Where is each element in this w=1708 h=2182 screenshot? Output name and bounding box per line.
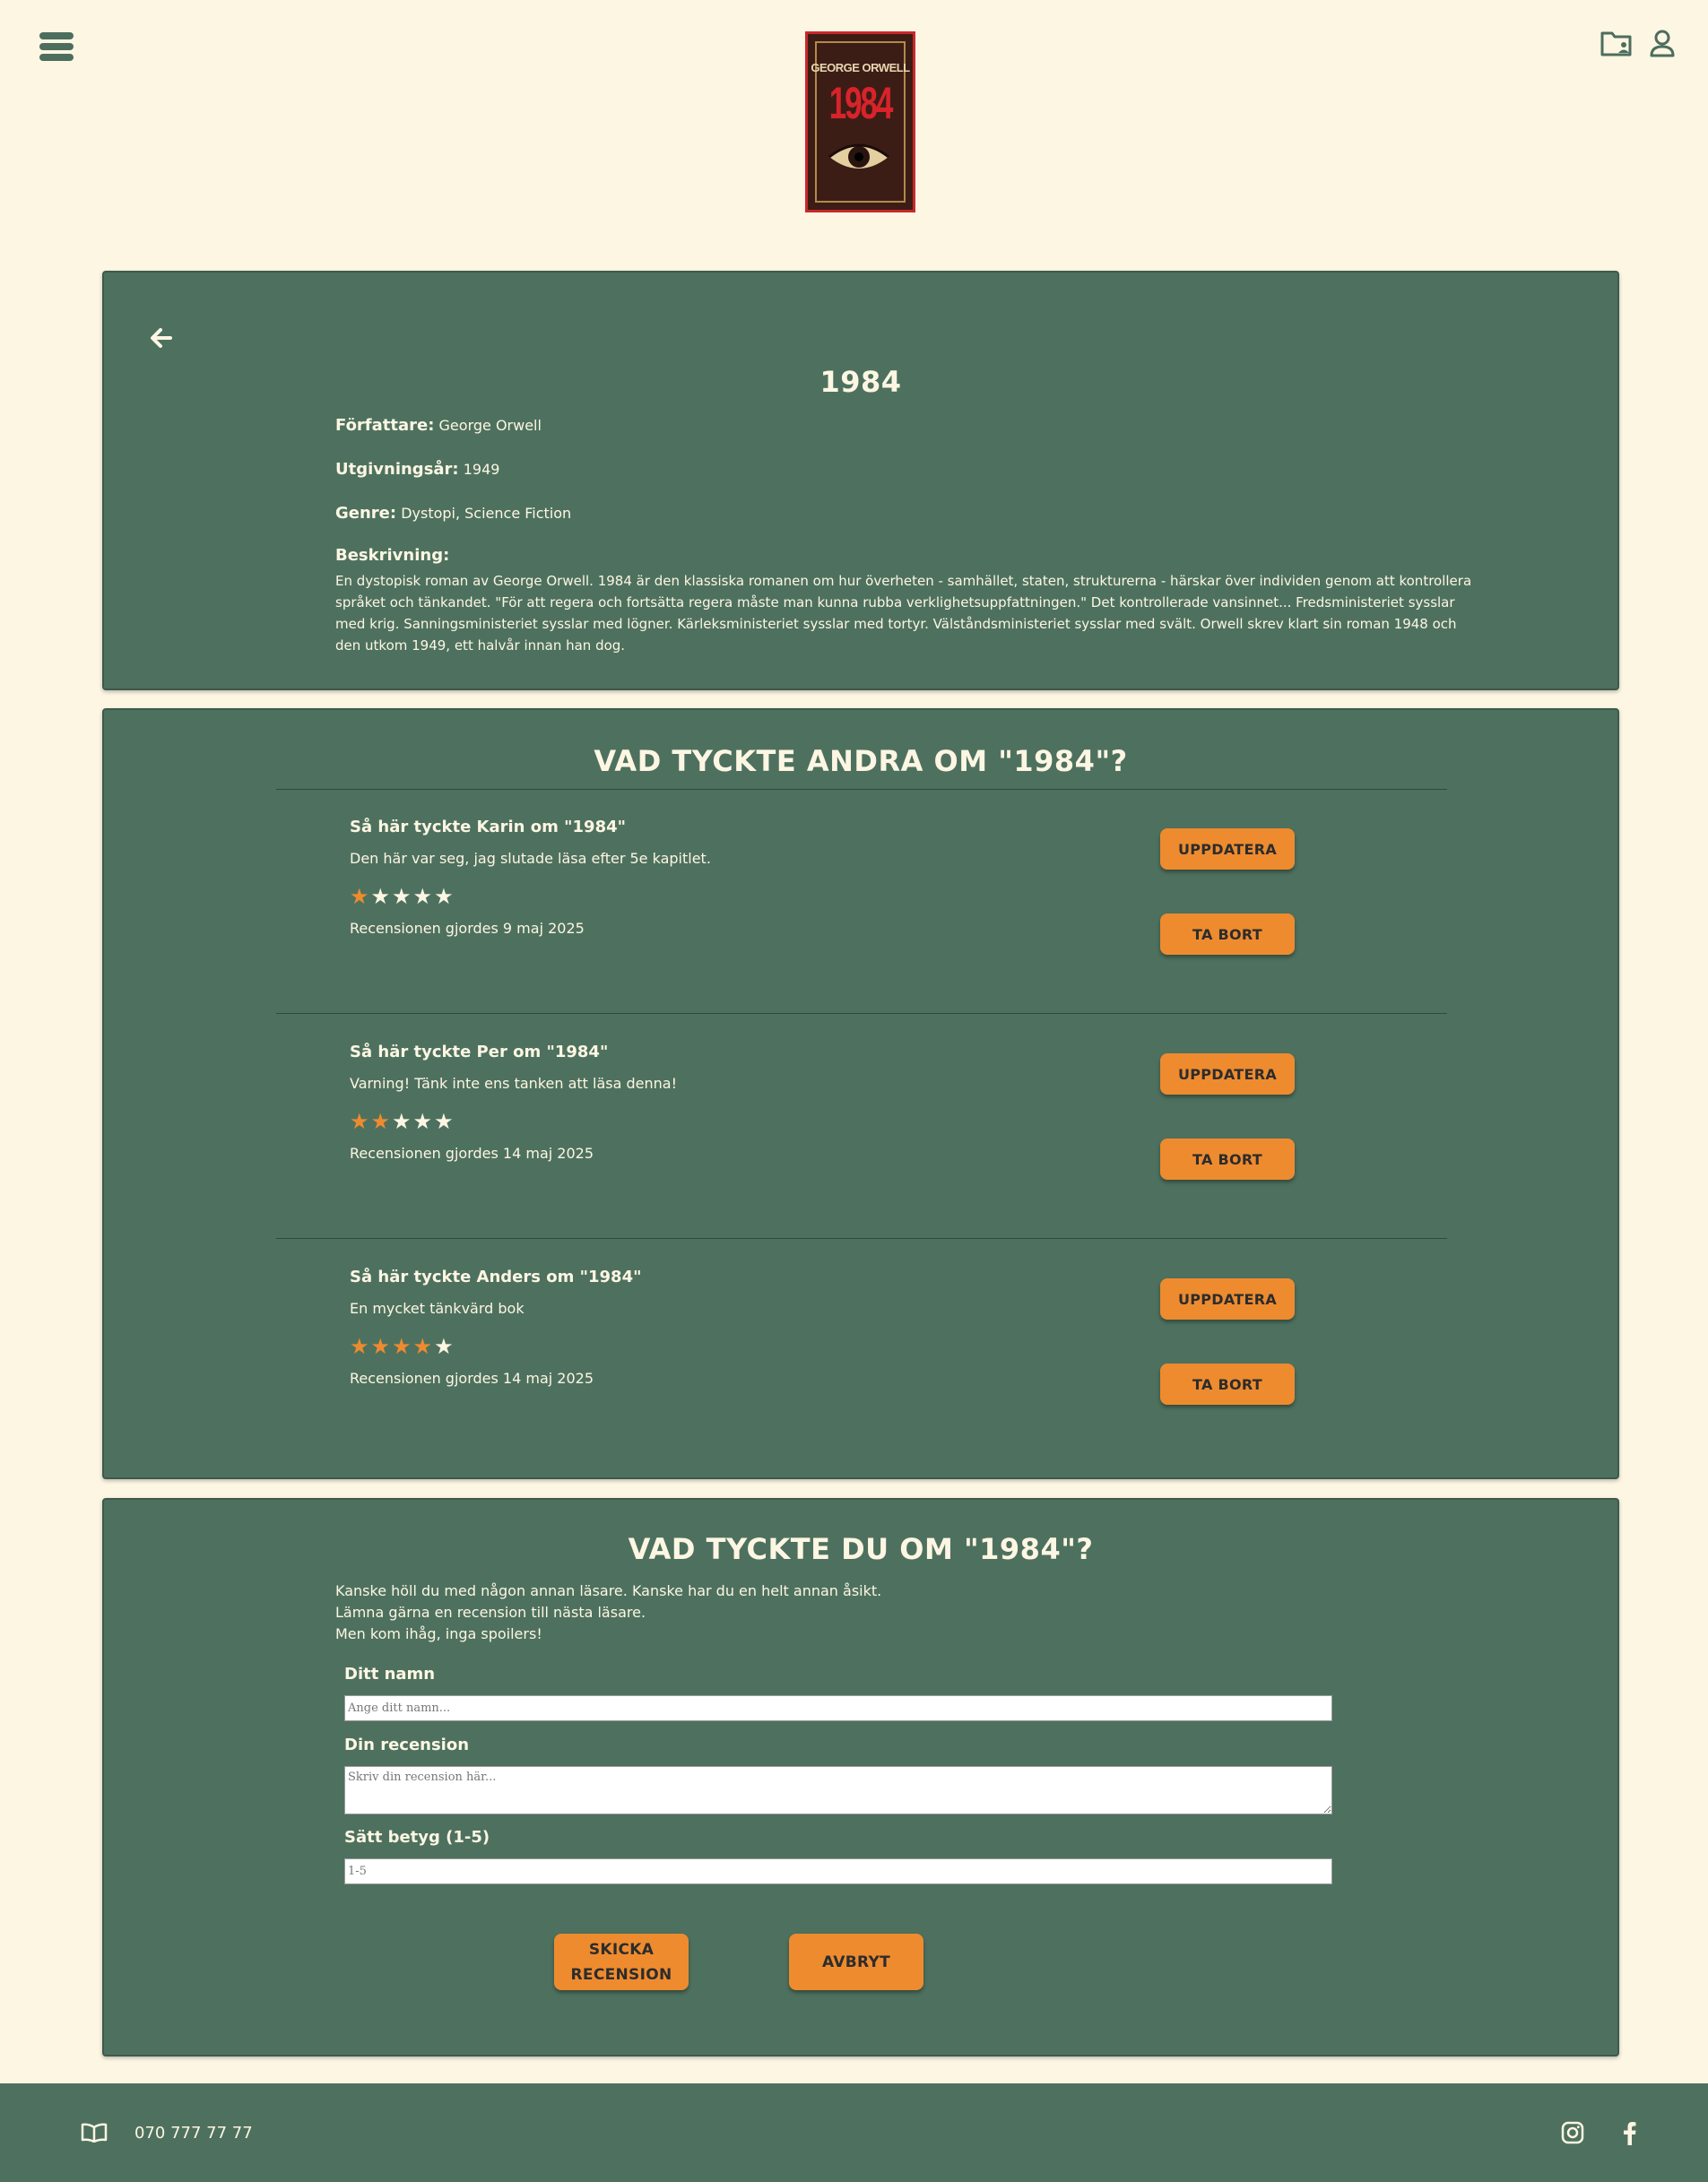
delete-review-button[interactable]: Ta bort	[1160, 913, 1295, 955]
star-empty-icon: ★	[412, 884, 435, 909]
book-title: 1984	[819, 365, 902, 399]
review-title: Så här tyckte Karin om "1984"	[350, 818, 627, 836]
star-filled-icon: ★	[412, 1334, 435, 1359]
facebook-icon[interactable]	[1622, 2121, 1636, 2146]
book-open-icon	[81, 2123, 108, 2143]
delete-review-button[interactable]: Ta bort	[1160, 1364, 1295, 1405]
genre-row: Genre: Dystopi, Science Fiction	[335, 504, 1501, 523]
review-label: Din recension	[344, 1736, 470, 1754]
star-filled-icon: ★	[392, 1334, 413, 1359]
cover-title-text: 1984	[828, 78, 894, 128]
star-empty-icon: ★	[392, 884, 413, 909]
author-value: George Orwell	[438, 417, 542, 434]
form-intro-line: Kanske höll du med någon annan läsare. K…	[335, 1582, 882, 1599]
book-info-panel: 1984 Författare: George Orwell Utgivning…	[102, 271, 1619, 690]
form-intro-line: Lämna gärna en recension till nästa läsa…	[335, 1604, 646, 1621]
book-cover-image: GEORGE ORWELL 1984	[805, 31, 915, 212]
review-textarea[interactable]	[344, 1766, 1332, 1814]
reviews-panel: Vad tyckte andra om "1984"? Så här tyckt…	[102, 708, 1619, 1479]
description-text: En dystopisk roman av George Orwell. 198…	[335, 573, 1472, 654]
review-title: Så här tyckte Per om "1984"	[350, 1043, 609, 1061]
form-heading: Vad tyckte du om "1984"?	[628, 1532, 1094, 1566]
star-empty-icon: ★	[434, 1334, 455, 1359]
star-filled-icon: ★	[350, 884, 371, 909]
delete-review-button[interactable]: Ta bort	[1160, 1139, 1295, 1180]
name-label: Ditt namn	[344, 1665, 436, 1684]
instagram-icon[interactable]	[1561, 2121, 1584, 2144]
star-empty-icon: ★	[412, 1109, 435, 1134]
star-filled-icon: ★	[370, 1109, 393, 1134]
cover-eye-illustration	[828, 143, 889, 169]
star-filled-icon: ★	[370, 1334, 393, 1359]
year-value: 1949	[463, 461, 500, 478]
star-filled-icon: ★	[350, 1334, 371, 1359]
folder-user-icon[interactable]	[1600, 29, 1633, 57]
divider	[276, 789, 1447, 790]
submit-review-button[interactable]: Skicka Recension	[554, 1934, 689, 1990]
cover-author-text: GEORGE ORWELL	[811, 61, 910, 74]
update-review-button[interactable]: Uppdatera	[1160, 1053, 1295, 1095]
cancel-button[interactable]: Avbryt	[789, 1934, 923, 1990]
review-item: Så här tyckte Per om "1984" Varning! Tän…	[104, 1043, 1617, 1258]
description-label: Beskrivning:	[335, 546, 450, 565]
year-row: Utgivningsår: 1949	[335, 460, 1501, 479]
update-review-button[interactable]: Uppdatera	[1160, 828, 1295, 870]
genre-value: Dystopi, Science Fiction	[401, 505, 572, 522]
rating-input[interactable]	[344, 1858, 1332, 1884]
review-item: Så här tyckte Anders om "1984" En mycket…	[104, 1268, 1617, 1483]
star-empty-icon: ★	[434, 1109, 455, 1134]
review-text: Varning! Tänk inte ens tanken att läsa d…	[350, 1075, 677, 1092]
update-review-button[interactable]: Uppdatera	[1160, 1278, 1295, 1320]
submit-label-line2: Recension	[570, 1965, 672, 1984]
arrow-left-icon[interactable]	[149, 326, 174, 350]
rating-label: Sätt betyg (1-5)	[344, 1828, 490, 1847]
name-input[interactable]	[344, 1695, 1332, 1721]
review-rating: ★★★★★	[350, 1109, 455, 1134]
review-title: Så här tyckte Anders om "1984"	[350, 1268, 642, 1286]
menu-icon[interactable]	[39, 32, 74, 63]
review-date: Recensionen gjordes 9 maj 2025	[350, 920, 585, 937]
divider	[276, 1238, 1447, 1239]
review-text: En mycket tänkvärd bok	[350, 1300, 525, 1317]
star-filled-icon: ★	[350, 1109, 371, 1134]
user-icon[interactable]	[1649, 29, 1676, 57]
review-date: Recensionen gjordes 14 maj 2025	[350, 1370, 594, 1387]
author-row: Författare: George Orwell	[335, 416, 1501, 435]
review-item: Så här tyckte Karin om "1984" Den här va…	[104, 818, 1617, 1033]
reviews-heading: Vad tyckte andra om "1984"?	[594, 744, 1128, 778]
form-intro-line: Men kom ihåg, inga spoilers!	[335, 1625, 542, 1642]
review-form-panel: Vad tyckte du om "1984"? Kanske höll du …	[102, 1498, 1619, 2056]
review-rating: ★★★★★	[350, 884, 455, 909]
star-empty-icon: ★	[434, 884, 455, 909]
divider	[276, 1013, 1447, 1014]
review-text: Den här var seg, jag slutade läsa efter …	[350, 850, 711, 867]
star-empty-icon: ★	[392, 1109, 413, 1134]
year-label: Utgivningsår:	[335, 460, 459, 479]
review-date: Recensionen gjordes 14 maj 2025	[350, 1145, 594, 1162]
star-empty-icon: ★	[370, 884, 393, 909]
form-intro: Kanske höll du med någon annan läsare. K…	[335, 1580, 881, 1645]
footer-phone: 070 777 77 77	[134, 2124, 253, 2143]
submit-label-line1: Skicka	[588, 1940, 655, 1959]
footer: 070 777 77 77	[0, 2083, 1708, 2182]
author-label: Författare:	[335, 416, 435, 435]
genre-label: Genre:	[335, 504, 397, 523]
description-block: Beskrivning: En dystopisk roman av Georg…	[335, 546, 1501, 656]
review-rating: ★★★★★	[350, 1334, 455, 1359]
